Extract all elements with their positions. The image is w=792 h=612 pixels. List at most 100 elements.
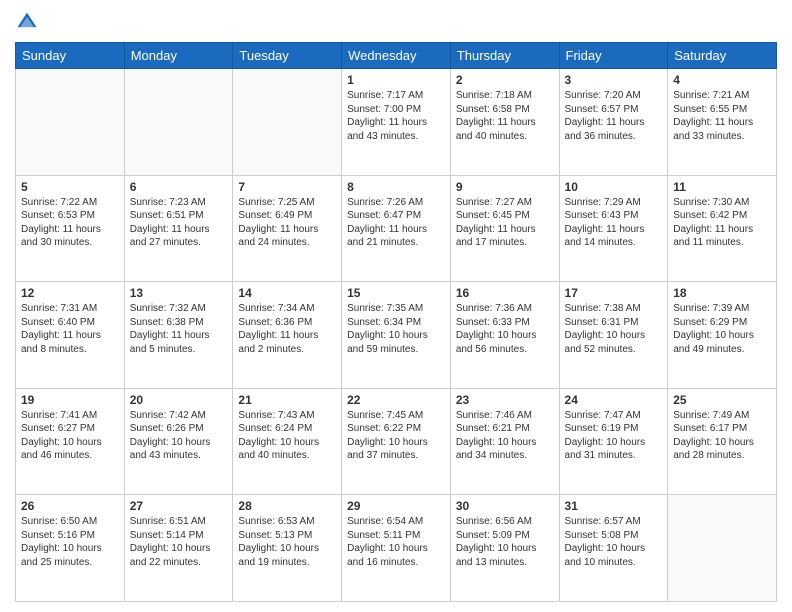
cell-content: Sunrise: 7:35 AM Sunset: 6:34 PM Dayligh…	[347, 302, 445, 356]
cell-content: Sunrise: 7:43 AM Sunset: 6:24 PM Dayligh…	[238, 409, 336, 463]
cell-content: Sunrise: 7:26 AM Sunset: 6:47 PM Dayligh…	[347, 196, 445, 250]
calendar-cell: 15 Sunrise: 7:35 AM Sunset: 6:34 PM Dayli…	[342, 282, 451, 389]
day-number: 14	[238, 286, 336, 300]
day-number: 20	[130, 393, 228, 407]
cell-content: Sunrise: 7:23 AM Sunset: 6:51 PM Dayligh…	[130, 196, 228, 250]
calendar-cell	[124, 69, 233, 176]
cell-content: Sunrise: 7:39 AM Sunset: 6:29 PM Dayligh…	[673, 302, 771, 356]
calendar-cell: 8 Sunrise: 7:26 AM Sunset: 6:47 PM Daylig…	[342, 175, 451, 282]
day-number: 6	[130, 180, 228, 194]
day-number: 19	[21, 393, 119, 407]
calendar-cell: 27 Sunrise: 6:51 AM Sunset: 5:14 PM Dayli…	[124, 495, 233, 602]
calendar-cell: 30 Sunrise: 6:56 AM Sunset: 5:09 PM Dayli…	[450, 495, 559, 602]
day-number: 9	[456, 180, 554, 194]
logo	[15, 10, 43, 34]
day-number: 23	[456, 393, 554, 407]
cell-content: Sunrise: 6:57 AM Sunset: 5:08 PM Dayligh…	[565, 515, 663, 569]
day-number: 8	[347, 180, 445, 194]
calendar-cell: 29 Sunrise: 6:54 AM Sunset: 5:11 PM Dayli…	[342, 495, 451, 602]
day-number: 27	[130, 499, 228, 513]
day-header-thursday: Thursday	[450, 43, 559, 69]
cell-content: Sunrise: 7:31 AM Sunset: 6:40 PM Dayligh…	[21, 302, 119, 356]
header	[15, 10, 777, 34]
calendar-cell	[233, 69, 342, 176]
cell-content: Sunrise: 7:47 AM Sunset: 6:19 PM Dayligh…	[565, 409, 663, 463]
calendar-cell: 5Sunrise: 7:22 AM Sunset: 6:53 PM Daylig…	[16, 175, 125, 282]
day-number: 12	[21, 286, 119, 300]
week-row-4: 19Sunrise: 7:41 AM Sunset: 6:27 PM Dayli…	[16, 388, 777, 495]
day-number: 26	[21, 499, 119, 513]
calendar-cell: 16 Sunrise: 7:36 AM Sunset: 6:33 PM Dayli…	[450, 282, 559, 389]
week-row-3: 12 Sunrise: 7:31 AM Sunset: 6:40 PM Dayli…	[16, 282, 777, 389]
cell-content: Sunrise: 7:49 AM Sunset: 6:17 PM Dayligh…	[673, 409, 771, 463]
day-number: 15	[347, 286, 445, 300]
cell-content: Sunrise: 7:21 AM Sunset: 6:55 PM Dayligh…	[673, 89, 771, 143]
cell-content: Sunrise: 7:29 AM Sunset: 6:43 PM Dayligh…	[565, 196, 663, 250]
calendar-cell: 24 Sunrise: 7:47 AM Sunset: 6:19 PM Dayli…	[559, 388, 668, 495]
calendar-cell: 7 Sunrise: 7:25 AM Sunset: 6:49 PM Daylig…	[233, 175, 342, 282]
cell-content: Sunrise: 7:25 AM Sunset: 6:49 PM Dayligh…	[238, 196, 336, 250]
calendar-cell: 21 Sunrise: 7:43 AM Sunset: 6:24 PM Dayli…	[233, 388, 342, 495]
calendar-cell: 23 Sunrise: 7:46 AM Sunset: 6:21 PM Dayli…	[450, 388, 559, 495]
calendar-cell: 26 Sunrise: 6:50 AM Sunset: 5:16 PM Dayli…	[16, 495, 125, 602]
cell-content: Sunrise: 7:46 AM Sunset: 6:21 PM Dayligh…	[456, 409, 554, 463]
day-number: 7	[238, 180, 336, 194]
calendar-table: SundayMondayTuesdayWednesdayThursdayFrid…	[15, 42, 777, 602]
day-number: 13	[130, 286, 228, 300]
day-header-saturday: Saturday	[668, 43, 777, 69]
calendar-cell: 1 Sunrise: 7:17 AM Sunset: 7:00 PM Daylig…	[342, 69, 451, 176]
day-number: 18	[673, 286, 771, 300]
day-number: 3	[565, 73, 663, 87]
cell-content: Sunrise: 7:22 AM Sunset: 6:53 PM Dayligh…	[21, 196, 119, 250]
day-number: 16	[456, 286, 554, 300]
calendar-cell: 31 Sunrise: 6:57 AM Sunset: 5:08 PM Dayli…	[559, 495, 668, 602]
cell-content: Sunrise: 6:51 AM Sunset: 5:14 PM Dayligh…	[130, 515, 228, 569]
calendar-header-row: SundayMondayTuesdayWednesdayThursdayFrid…	[16, 43, 777, 69]
calendar-cell: 28Sunrise: 6:53 AM Sunset: 5:13 PM Dayli…	[233, 495, 342, 602]
cell-content: Sunrise: 7:34 AM Sunset: 6:36 PM Dayligh…	[238, 302, 336, 356]
day-header-monday: Monday	[124, 43, 233, 69]
cell-content: Sunrise: 7:36 AM Sunset: 6:33 PM Dayligh…	[456, 302, 554, 356]
cell-content: Sunrise: 7:17 AM Sunset: 7:00 PM Dayligh…	[347, 89, 445, 143]
week-row-2: 5Sunrise: 7:22 AM Sunset: 6:53 PM Daylig…	[16, 175, 777, 282]
day-number: 10	[565, 180, 663, 194]
calendar-cell: 4 Sunrise: 7:21 AM Sunset: 6:55 PM Daylig…	[668, 69, 777, 176]
day-number: 22	[347, 393, 445, 407]
cell-content: Sunrise: 7:32 AM Sunset: 6:38 PM Dayligh…	[130, 302, 228, 356]
calendar-cell: 22Sunrise: 7:45 AM Sunset: 6:22 PM Dayli…	[342, 388, 451, 495]
day-number: 25	[673, 393, 771, 407]
day-number: 30	[456, 499, 554, 513]
cell-content: Sunrise: 7:42 AM Sunset: 6:26 PM Dayligh…	[130, 409, 228, 463]
calendar-cell: 9 Sunrise: 7:27 AM Sunset: 6:45 PM Daylig…	[450, 175, 559, 282]
cell-content: Sunrise: 7:30 AM Sunset: 6:42 PM Dayligh…	[673, 196, 771, 250]
cell-content: Sunrise: 6:54 AM Sunset: 5:11 PM Dayligh…	[347, 515, 445, 569]
day-header-wednesday: Wednesday	[342, 43, 451, 69]
week-row-1: 1 Sunrise: 7:17 AM Sunset: 7:00 PM Daylig…	[16, 69, 777, 176]
calendar-cell: 18 Sunrise: 7:39 AM Sunset: 6:29 PM Dayli…	[668, 282, 777, 389]
calendar-cell: 12 Sunrise: 7:31 AM Sunset: 6:40 PM Dayli…	[16, 282, 125, 389]
day-number: 21	[238, 393, 336, 407]
day-number: 31	[565, 499, 663, 513]
calendar-cell	[16, 69, 125, 176]
calendar-cell: 3Sunrise: 7:20 AM Sunset: 6:57 PM Daylig…	[559, 69, 668, 176]
day-number: 1	[347, 73, 445, 87]
day-number: 4	[673, 73, 771, 87]
calendar-cell: 10 Sunrise: 7:29 AM Sunset: 6:43 PM Dayli…	[559, 175, 668, 282]
cell-content: Sunrise: 7:27 AM Sunset: 6:45 PM Dayligh…	[456, 196, 554, 250]
day-number: 17	[565, 286, 663, 300]
cell-content: Sunrise: 6:50 AM Sunset: 5:16 PM Dayligh…	[21, 515, 119, 569]
day-number: 11	[673, 180, 771, 194]
calendar-cell: 25 Sunrise: 7:49 AM Sunset: 6:17 PM Dayli…	[668, 388, 777, 495]
cell-content: Sunrise: 6:56 AM Sunset: 5:09 PM Dayligh…	[456, 515, 554, 569]
calendar-cell: 11 Sunrise: 7:30 AM Sunset: 6:42 PM Dayli…	[668, 175, 777, 282]
week-row-5: 26 Sunrise: 6:50 AM Sunset: 5:16 PM Dayli…	[16, 495, 777, 602]
page: SundayMondayTuesdayWednesdayThursdayFrid…	[0, 0, 792, 612]
logo-icon	[15, 10, 39, 34]
day-number: 24	[565, 393, 663, 407]
day-header-tuesday: Tuesday	[233, 43, 342, 69]
calendar-cell: 2Sunrise: 7:18 AM Sunset: 6:58 PM Daylig…	[450, 69, 559, 176]
day-number: 29	[347, 499, 445, 513]
day-number: 2	[456, 73, 554, 87]
calendar-cell	[668, 495, 777, 602]
calendar-cell: 13 Sunrise: 7:32 AM Sunset: 6:38 PM Dayli…	[124, 282, 233, 389]
